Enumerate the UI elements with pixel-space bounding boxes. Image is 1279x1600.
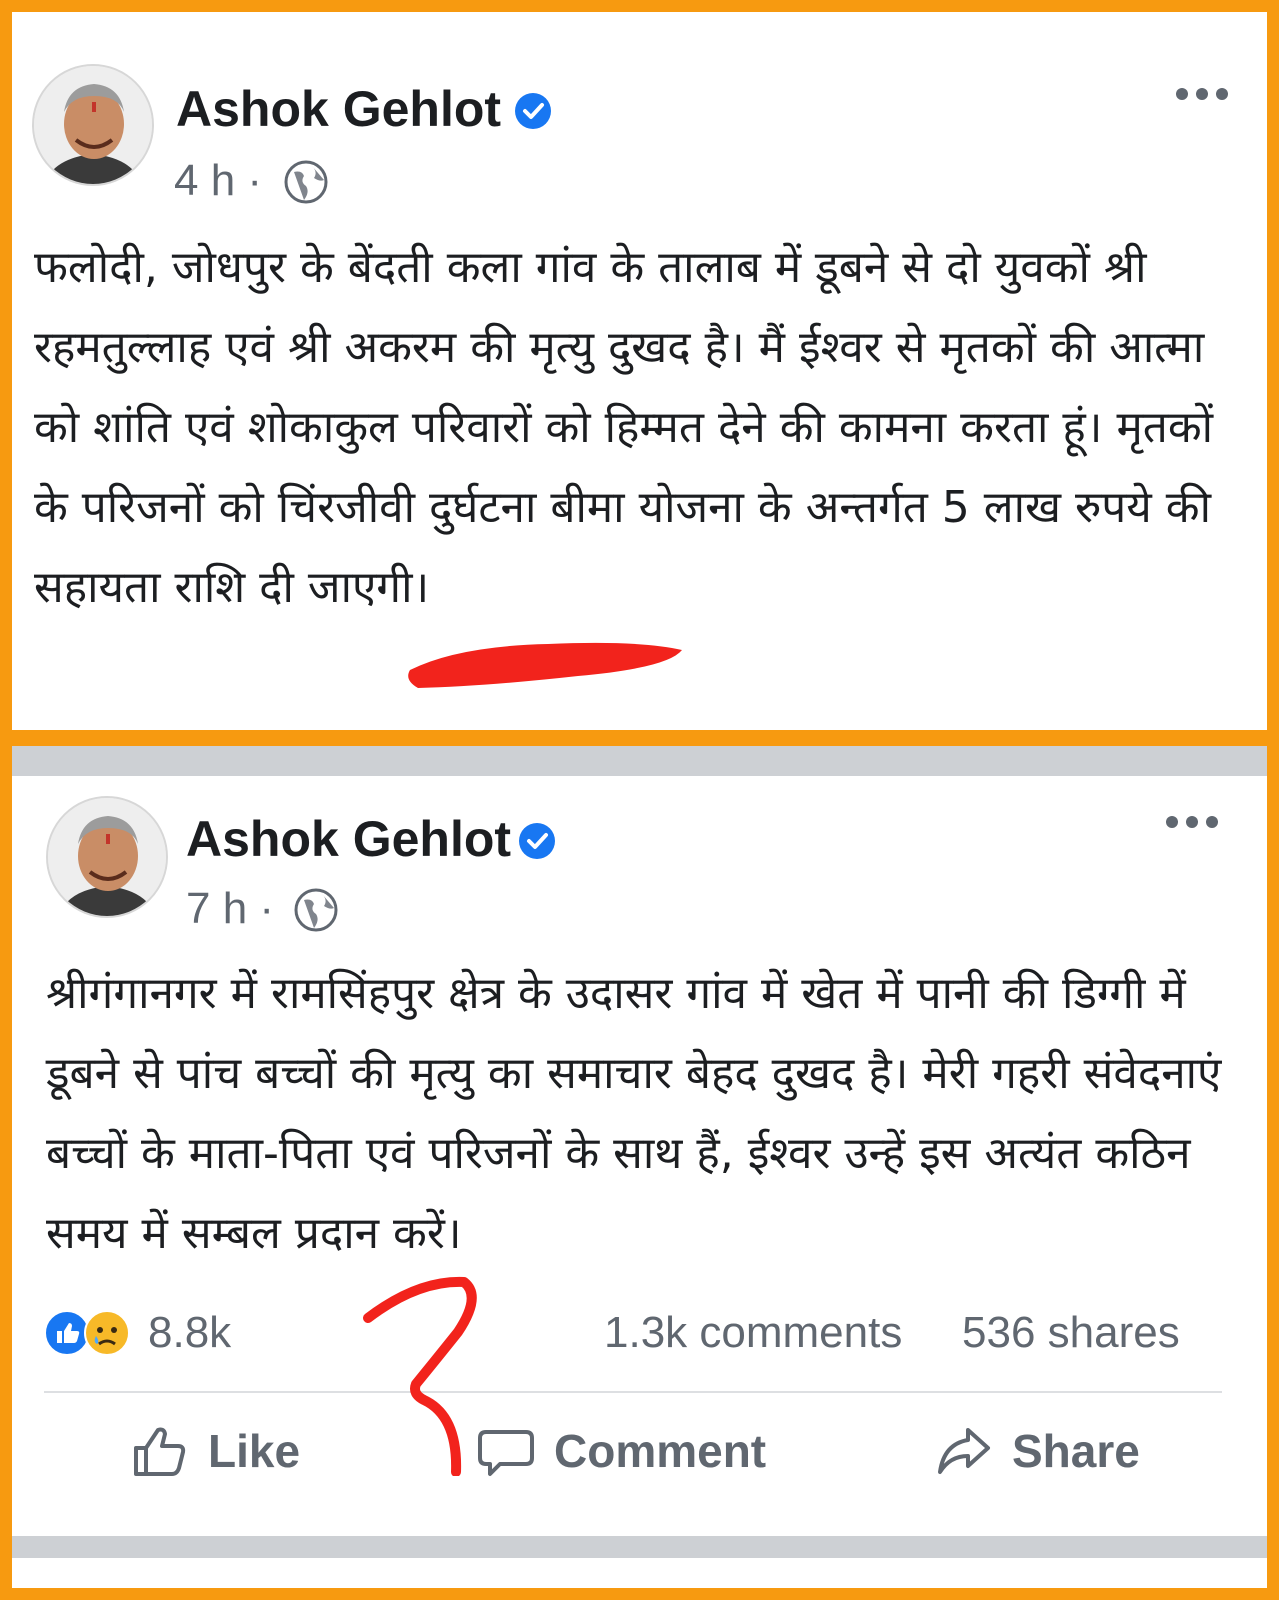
share-label: Share [1012, 1425, 1140, 1477]
sad-reaction-icon [84, 1310, 130, 1356]
meta-separator: · [259, 884, 275, 933]
post-meta: 4 h · [174, 156, 262, 206]
globe-icon [294, 888, 338, 932]
globe-icon [284, 160, 328, 204]
reactions-summary[interactable]: 8.8k [44, 1308, 284, 1358]
author-name[interactable]: Ashok Gehlot [186, 810, 511, 868]
feed-separator [12, 746, 1267, 776]
comment-button[interactable]: Comment [478, 1418, 798, 1484]
post-text: श्रीगंगानगर में रामसिंहपुर क्षेत्र के उद… [46, 968, 1222, 1259]
more-options-icon[interactable] [1172, 82, 1232, 106]
comment-label: Comment [554, 1425, 767, 1477]
thumbs-up-icon [134, 1427, 186, 1476]
share-arrow-icon [938, 1428, 990, 1474]
author-name[interactable]: Ashok Gehlot [176, 80, 501, 138]
comments-count[interactable]: 1.3k comments [604, 1308, 902, 1358]
share-button[interactable]: Share [936, 1418, 1176, 1484]
comment-bubble-icon [478, 1430, 534, 1476]
feed-separator [12, 1536, 1267, 1558]
like-label: Like [208, 1425, 301, 1477]
verified-badge-icon [519, 823, 555, 859]
avatar[interactable] [32, 64, 154, 186]
post-card-1: Ashok Gehlot 4 h · फलोदी, जोधपुर के बेंद… [12, 12, 1267, 730]
reaction-count: 8.8k [148, 1308, 232, 1357]
post-meta: 7 h · [186, 884, 274, 934]
more-options-icon[interactable] [1162, 810, 1222, 834]
post-time[interactable]: 4 h [174, 156, 235, 205]
red-question-mark-annotation [363, 1276, 477, 1476]
post-card-2: Ashok Gehlot 7 h · श्रीगंगानगर में रामसि… [12, 746, 1267, 1588]
shares-count[interactable]: 536 shares [962, 1308, 1180, 1358]
post-text: फलोदी, जोधपुर के बेंदती कला गांव के ताला… [34, 242, 1214, 613]
divider [44, 1391, 1222, 1393]
like-button[interactable]: Like [132, 1418, 332, 1484]
avatar[interactable] [46, 796, 168, 918]
post-time[interactable]: 7 h [186, 884, 247, 933]
meta-separator: · [247, 156, 263, 205]
red-scribble-annotation [408, 642, 682, 688]
verified-badge-icon [515, 93, 551, 129]
